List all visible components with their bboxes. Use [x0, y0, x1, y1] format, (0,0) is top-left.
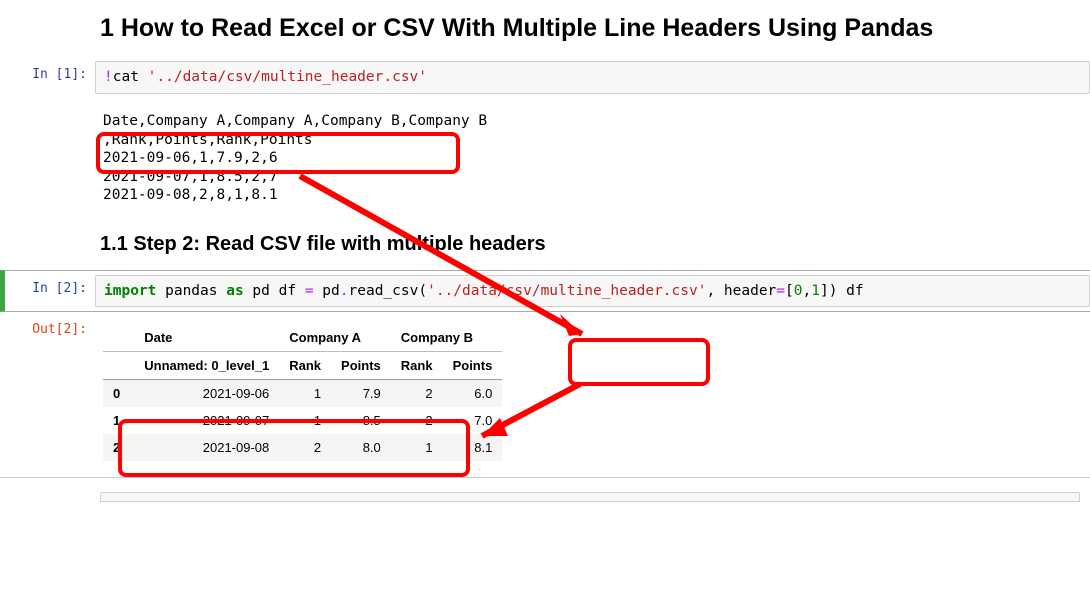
header-kw: , header — [706, 283, 776, 299]
read-csv-call: read_csv( — [349, 283, 428, 299]
csv-path-arg: '../data/csv/multine_header.csv' — [427, 283, 706, 299]
df-col0-l1: Unnamed: 0_level_1 — [134, 352, 279, 380]
module-pandas: pandas — [156, 283, 226, 299]
stdout-1: Date,Company A,Company A,Company B,Compa… — [95, 94, 1090, 211]
code-input-1[interactable]: !cat '../data/csv/multine_header.csv' — [95, 61, 1090, 94]
cell-b-points: 7.0 — [443, 407, 503, 434]
code-input-2[interactable]: import pandas as pd df = pd.read_csv('..… — [95, 275, 1090, 308]
pd-ref: pd — [314, 283, 340, 299]
assign-op: = — [305, 283, 314, 299]
csv-line-5: 2021-09-08,2,8,1,8.1 — [103, 187, 278, 203]
cell-a-points: 8.0 — [331, 434, 391, 461]
df-col0-l0: Date — [134, 324, 279, 352]
list-open: [ — [785, 283, 794, 299]
df-col-a-rank: Rank — [279, 352, 331, 380]
cell-a-rank: 1 — [279, 380, 331, 408]
cell-a-points: 7.9 — [331, 380, 391, 408]
section-subtitle: 1.1 Step 2: Read CSV file with multiple … — [100, 233, 1090, 256]
var-df: df — [279, 283, 305, 299]
file-path-string: '../data/csv/multine_header.csv' — [148, 69, 427, 85]
dataframe-table: Date Company A Company B Unnamed: 0_leve… — [103, 324, 502, 461]
shell-cmd: cat — [113, 69, 148, 85]
df-col-b-points: Points — [443, 352, 503, 380]
list-close: ]) — [820, 283, 837, 299]
df-col-company-a: Company A — [279, 324, 391, 352]
code-cell-2: In [2]: import pandas as pd df = pd.read… — [0, 270, 1090, 313]
cell-b-rank: 1 — [391, 434, 443, 461]
csv-line-4: 2021-09-07,1,8.5,2,7 — [103, 169, 278, 185]
prompt-in-2: In [2]: — [5, 275, 95, 308]
alias-pd: pd — [244, 283, 270, 299]
dot-op: . — [340, 283, 349, 299]
cell-b-points: 8.1 — [443, 434, 503, 461]
num-0: 0 — [794, 283, 803, 299]
page-title: 1 How to Read Excel or CSV With Multiple… — [100, 14, 1090, 43]
assign-op-2: = — [776, 283, 785, 299]
df-corner-1 — [103, 352, 134, 380]
cell-date: 2021-09-06 — [134, 380, 279, 408]
kw-import: import — [104, 283, 156, 299]
bang-operator: ! — [104, 69, 113, 85]
cell-b-rank: 2 — [391, 407, 443, 434]
csv-line-2: ,Rank,Points,Rank,Points — [103, 132, 313, 148]
df-col-a-points: Points — [331, 352, 391, 380]
table-row: 1 2021-09-07 1 8.5 2 7.0 — [103, 407, 502, 434]
prompt-out-2: Out[2]: — [5, 316, 95, 469]
cell-b-rank: 2 — [391, 380, 443, 408]
cell-a-points: 8.5 — [331, 407, 391, 434]
row-idx: 0 — [103, 380, 134, 408]
df-col-company-b: Company B — [391, 324, 503, 352]
output-cell-2: Out[2]: Date Company A Company B Unnamed… — [0, 312, 1090, 473]
df-col-b-rank: Rank — [391, 352, 443, 380]
table-row: 0 2021-09-06 1 7.9 2 6.0 — [103, 380, 502, 408]
kw-as: as — [226, 283, 243, 299]
csv-line-1: Date,Company A,Company A,Company B,Compa… — [103, 113, 487, 129]
row-idx: 2 — [103, 434, 134, 461]
code-cell-1: In [1]: !cat '../data/csv/multine_header… — [0, 57, 1090, 215]
expr-df: df — [846, 283, 863, 299]
df-corner-0 — [103, 324, 134, 352]
cell-a-rank: 1 — [279, 407, 331, 434]
cell-b-points: 6.0 — [443, 380, 503, 408]
row-idx: 1 — [103, 407, 134, 434]
num-1: 1 — [811, 283, 820, 299]
cell-date: 2021-09-07 — [134, 407, 279, 434]
prompt-in-1: In [1]: — [0, 61, 95, 211]
comma: , — [803, 283, 812, 299]
csv-line-3: 2021-09-06,1,7.9,2,6 — [103, 150, 278, 166]
table-row: 2 2021-09-08 2 8.0 1 8.1 — [103, 434, 502, 461]
cell-a-rank: 2 — [279, 434, 331, 461]
cell-date: 2021-09-08 — [134, 434, 279, 461]
